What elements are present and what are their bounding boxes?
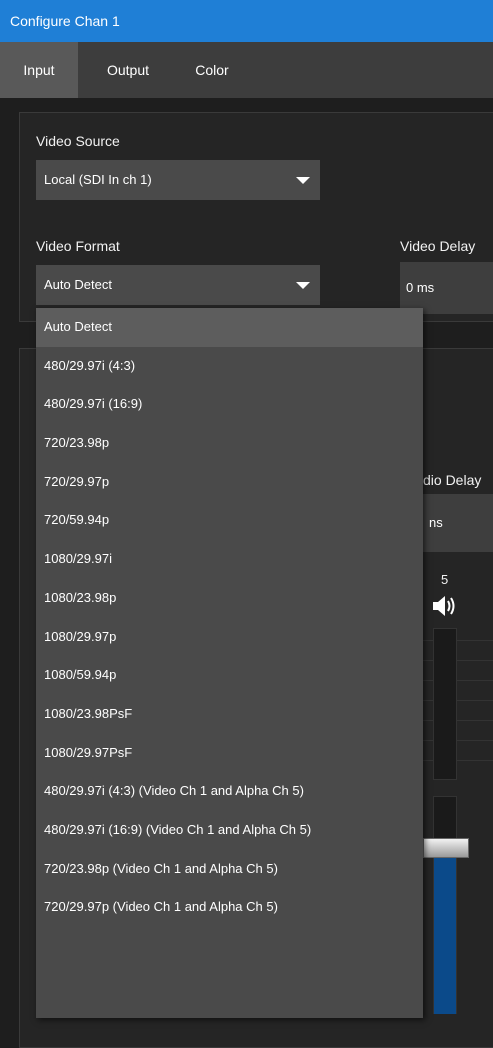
tab-bar: Input Output Color [0, 42, 493, 98]
volume-fader-fill [434, 858, 456, 1014]
format-option[interactable]: 1080/23.98PsF [36, 695, 423, 734]
window-title: Configure Chan 1 [0, 0, 493, 42]
chevron-down-icon [296, 282, 310, 289]
chevron-down-icon [296, 177, 310, 184]
video-delay-label: Video Delay [400, 238, 476, 254]
video-source-select[interactable]: Local (SDI In ch 1) [36, 160, 320, 200]
format-option[interactable]: 1080/29.97p [36, 618, 423, 657]
tab-color[interactable]: Color [172, 42, 252, 98]
video-format-value: Auto Detect [44, 277, 112, 292]
tab-input[interactable]: Input [0, 42, 78, 98]
format-option[interactable]: 1080/29.97PsF [36, 734, 423, 773]
video-delay-field[interactable]: 0 ms [400, 262, 493, 314]
video-source-label: Video Source [36, 133, 120, 149]
volume-fader-handle[interactable] [423, 838, 469, 858]
audio-delay-label: dio Delay [423, 472, 482, 488]
video-format-dropdown: Auto Detect 480/29.97i (4:3) 480/29.97i … [36, 308, 423, 1018]
audio-level-meter [433, 628, 457, 780]
format-option[interactable]: 480/29.97i (4:3) [36, 347, 423, 386]
format-option[interactable]: 1080/29.97i [36, 540, 423, 579]
format-option[interactable]: 1080/23.98p [36, 579, 423, 618]
format-option[interactable]: 720/59.94p [36, 501, 423, 540]
format-option[interactable]: 1080/59.94p [36, 656, 423, 695]
speaker-icon[interactable] [430, 592, 460, 620]
format-option[interactable]: 720/23.98p (Video Ch 1 and Alpha Ch 5) [36, 850, 423, 889]
format-option[interactable]: 480/29.97i (16:9) (Video Ch 1 and Alpha … [36, 811, 423, 850]
format-option[interactable]: 720/29.97p (Video Ch 1 and Alpha Ch 5) [36, 888, 423, 927]
format-option[interactable]: 720/23.98p [36, 424, 423, 463]
audio-channel-number: 5 [441, 572, 449, 587]
audio-delay-field[interactable]: ns [423, 494, 493, 552]
video-format-label: Video Format [36, 238, 120, 254]
video-source-value: Local (SDI In ch 1) [44, 172, 152, 187]
format-option[interactable]: 480/29.97i (4:3) (Video Ch 1 and Alpha C… [36, 772, 423, 811]
tab-output[interactable]: Output [88, 42, 168, 98]
video-format-select[interactable]: Auto Detect [36, 265, 320, 305]
format-option[interactable]: 720/29.97p [36, 463, 423, 502]
format-option[interactable]: Auto Detect [36, 308, 423, 347]
format-option[interactable]: 480/29.97i (16:9) [36, 385, 423, 424]
